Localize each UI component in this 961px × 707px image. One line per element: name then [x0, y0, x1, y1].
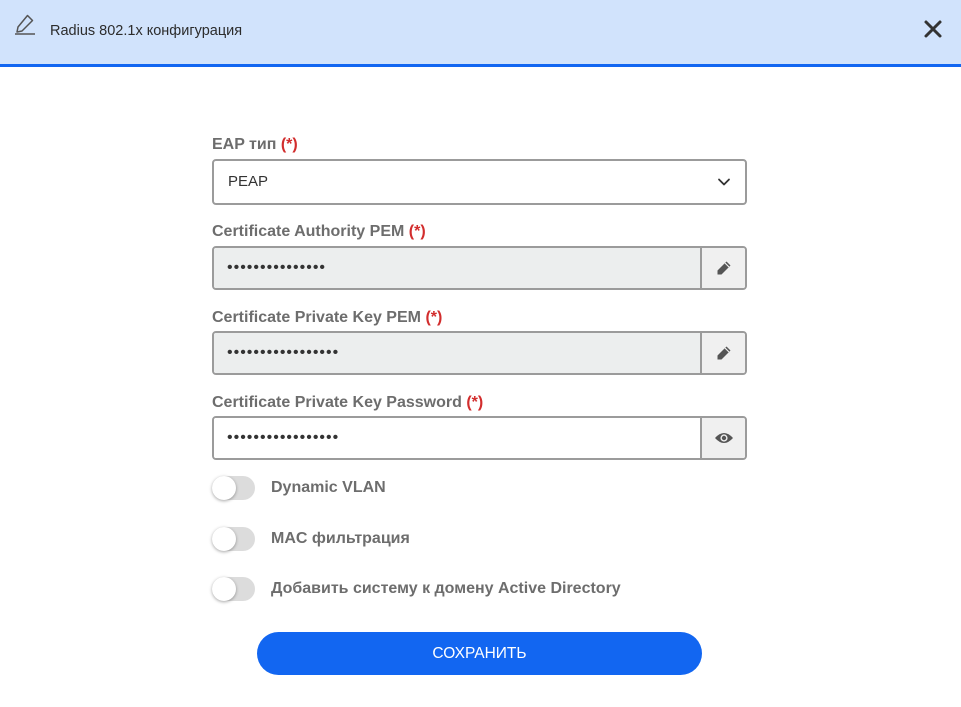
eap-type-select[interactable]: PEAP	[212, 159, 747, 205]
required-marker: (*)	[425, 309, 443, 326]
close-icon[interactable]	[920, 16, 946, 42]
required-marker: (*)	[408, 223, 426, 240]
save-button[interactable]: СОХРАНИТЬ	[257, 632, 702, 675]
edit-ca-pem-button[interactable]	[700, 248, 745, 288]
dynamic-vlan-label: Dynamic VLAN	[271, 479, 386, 496]
toggle-knob	[212, 527, 236, 551]
chevron-down-icon	[718, 178, 730, 186]
pencil-icon	[717, 261, 730, 275]
mac-filtering-label: MAC фильтрация	[271, 530, 410, 547]
required-marker: (*)	[280, 136, 298, 153]
required-marker: (*)	[466, 394, 484, 411]
dialog-header: Radius 802.1x конфигурация	[0, 0, 961, 67]
edit-private-key-pem-button[interactable]	[700, 333, 745, 373]
toggle-knob	[212, 577, 236, 601]
eap-type-label-text: EAP тип	[212, 136, 277, 153]
show-password-button[interactable]	[700, 418, 745, 458]
mac-filtering-toggle[interactable]	[212, 527, 255, 551]
private-key-pem-label: Certificate Private Key PEM (*)	[212, 309, 442, 327]
eye-icon	[714, 433, 733, 443]
dialog-title: Radius 802.1x конфигурация	[50, 23, 243, 39]
private-key-pem-input[interactable]	[214, 333, 700, 373]
private-key-password-label-text: Certificate Private Key Password	[212, 394, 462, 411]
active-directory-toggle[interactable]	[212, 577, 255, 601]
toggle-knob	[212, 476, 236, 500]
eap-type-value: PEAP	[228, 173, 269, 190]
ca-pem-field	[212, 246, 747, 290]
active-directory-label: Добавить систему к домену Active Directo…	[271, 580, 621, 597]
private-key-password-label: Certificate Private Key Password (*)	[212, 394, 483, 412]
eap-type-label: EAP тип (*)	[212, 136, 298, 154]
private-key-pem-field	[212, 331, 747, 375]
private-key-pem-label-text: Certificate Private Key PEM	[212, 309, 421, 326]
dynamic-vlan-toggle[interactable]	[212, 476, 255, 500]
private-key-password-field	[212, 416, 747, 460]
private-key-password-input[interactable]	[214, 418, 700, 458]
pencil-icon	[15, 14, 35, 35]
pencil-icon	[717, 346, 730, 360]
ca-pem-label-text: Certificate Authority PEM	[212, 223, 405, 240]
ca-pem-input[interactable]	[214, 248, 700, 288]
ca-pem-label: Certificate Authority PEM (*)	[212, 223, 426, 241]
